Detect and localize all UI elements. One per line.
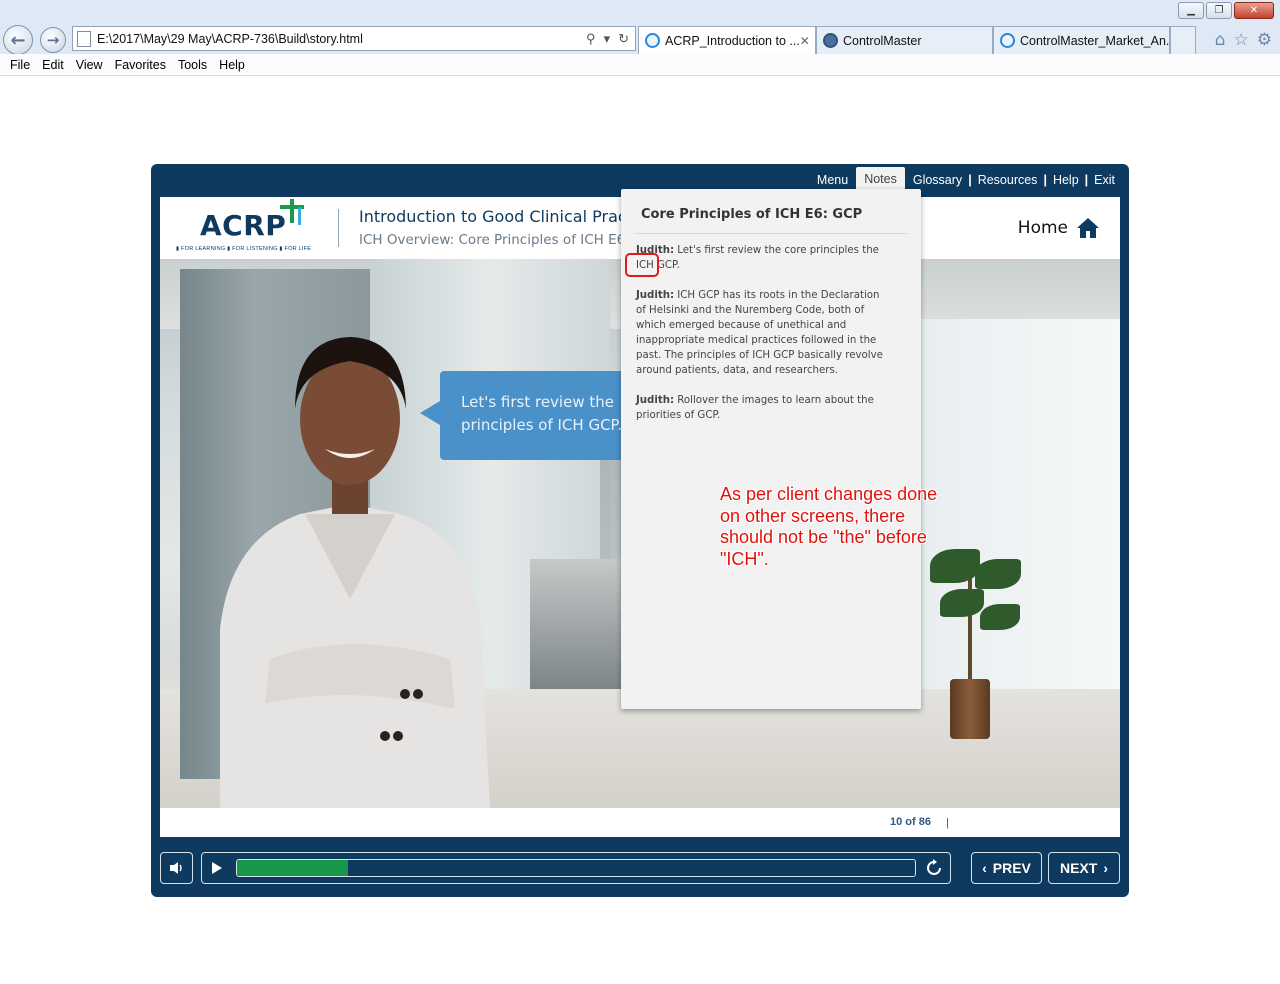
tab-close-icon[interactable]: ✕	[800, 34, 810, 48]
replay-button[interactable]	[924, 858, 944, 878]
next-button[interactable]: NEXT ›	[1048, 852, 1120, 884]
menu-file[interactable]: File	[4, 58, 36, 72]
controlmaster-icon	[823, 33, 838, 48]
nav-help[interactable]: Help	[1051, 173, 1081, 187]
restore-icon[interactable]: ❐	[1206, 2, 1232, 19]
url-text[interactable]: E:\2017\May\29 May\ACRP-736\Build\story.…	[97, 32, 586, 46]
speech-bubble: Let's first review the principles of ICH…	[420, 371, 630, 460]
logo-tagline: ▮ FOR LEARNING ▮ FOR LISTENING ▮ FOR LIF…	[176, 246, 312, 252]
nav-menu[interactable]: Menu	[815, 173, 850, 187]
logo-word: ACRP	[200, 209, 287, 242]
counter-separator: |	[946, 817, 949, 829]
replay-icon	[927, 859, 941, 875]
tab-label: ACRP_Introduction to ...	[665, 33, 800, 48]
window-controls: ▁ ❐ ✕	[1178, 2, 1274, 19]
close-window-icon[interactable]: ✕	[1234, 2, 1274, 19]
notes-panel: Core Principles of ICH E6: GCP Judith: L…	[621, 189, 921, 709]
page-icon	[77, 30, 91, 47]
refresh-icon[interactable]: ↻	[618, 31, 629, 47]
ie-icon	[645, 33, 660, 48]
menu-favorites[interactable]: Favorites	[109, 58, 172, 72]
notes-paragraph: Judith: Rollover the images to learn abo…	[636, 395, 874, 421]
notes-title: Core Principles of ICH E6: GCP	[641, 207, 863, 222]
header-divider	[338, 209, 339, 247]
slide-counter: 10 of 86	[890, 816, 931, 828]
speech-bubble-text: Let's first review the principles of ICH…	[461, 393, 623, 434]
course-title: Introduction to Good Clinical Practice	[359, 207, 657, 226]
nav-exit[interactable]: Exit	[1092, 173, 1117, 187]
progress-fill	[237, 860, 348, 876]
tab-label: ControlMaster	[843, 33, 922, 48]
house-icon	[1077, 218, 1099, 238]
notes-body: Judith: Let's first review the core prin…	[636, 243, 886, 438]
nav-resources[interactable]: Resources	[976, 173, 1040, 187]
menu-tools[interactable]: Tools	[172, 58, 213, 72]
nav-glossary[interactable]: Glossary	[911, 173, 964, 187]
notes-paragraph: Judith: ICH GCP has its roots in the Dec…	[636, 290, 883, 376]
seek-bar[interactable]	[201, 852, 951, 884]
address-bar[interactable]: E:\2017\May\29 May\ACRP-736\Build\story.…	[72, 26, 636, 51]
acrp-logo: ACRP ▮ FOR LEARNING ▮ FOR LISTENING ▮ FO…	[176, 199, 316, 255]
tab-label: ControlMaster_Market_An...	[1020, 33, 1170, 48]
tab-acrp[interactable]: ACRP_Introduction to ... ✕	[638, 26, 816, 54]
home-icon[interactable]: ⌂	[1215, 30, 1226, 50]
play-button[interactable]	[202, 853, 232, 883]
new-tab-button[interactable]	[1170, 26, 1196, 54]
notes-divider	[635, 233, 907, 234]
browser-tools: ⌂ ☆ ⚙	[1215, 30, 1272, 50]
favorites-star-icon[interactable]: ☆	[1234, 30, 1249, 50]
volume-button[interactable]	[160, 852, 193, 884]
prev-button[interactable]: ‹ PREV	[971, 852, 1042, 884]
search-icon[interactable]: ⚲	[586, 31, 596, 47]
slide-footer: 10 of 86 |	[160, 808, 1120, 837]
menu-edit[interactable]: Edit	[36, 58, 70, 72]
speaker-icon	[169, 862, 182, 874]
settings-gear-icon[interactable]: ⚙	[1257, 30, 1272, 50]
navigation-row: ← → E:\2017\May\29 May\ACRP-736\Build\st…	[0, 24, 1280, 55]
review-annotation: As per client changes done on other scre…	[720, 484, 938, 569]
menu-help[interactable]: Help	[213, 58, 251, 72]
forward-arrow-icon[interactable]: →	[40, 27, 66, 53]
minimize-icon[interactable]: ▁	[1178, 2, 1204, 19]
ie-icon	[1000, 33, 1015, 48]
back-arrow-icon[interactable]: ←	[3, 25, 33, 55]
tab-controlmaster-market[interactable]: ControlMaster_Market_An...	[993, 26, 1170, 54]
play-icon	[212, 862, 222, 874]
dropdown-icon[interactable]: ▾	[604, 31, 611, 47]
next-label: NEXT	[1059, 860, 1098, 876]
home-button[interactable]: Home	[1018, 217, 1100, 239]
menu-view[interactable]: View	[70, 58, 109, 72]
menu-bar: File Edit View Favorites Tools Help	[0, 54, 1280, 76]
progress-track[interactable]	[236, 859, 916, 877]
prev-label: PREV	[992, 860, 1031, 876]
review-highlight-box	[625, 253, 659, 277]
slide-subtitle: ICH Overview: Core Principles of ICH E6:…	[359, 232, 663, 248]
browser-chrome: ▁ ❐ ✕ ← → E:\2017\May\29 May\ACRP-736\Bu…	[0, 0, 1280, 76]
notes-paragraph: Judith: Let's first review the core prin…	[636, 245, 879, 271]
player-controls: ‹ PREV NEXT ›	[160, 852, 1120, 886]
chevron-left-icon: ‹	[982, 860, 987, 876]
tab-controlmaster[interactable]: ControlMaster	[816, 26, 993, 54]
home-label: Home	[1017, 218, 1068, 238]
chevron-right-icon: ›	[1103, 860, 1108, 876]
